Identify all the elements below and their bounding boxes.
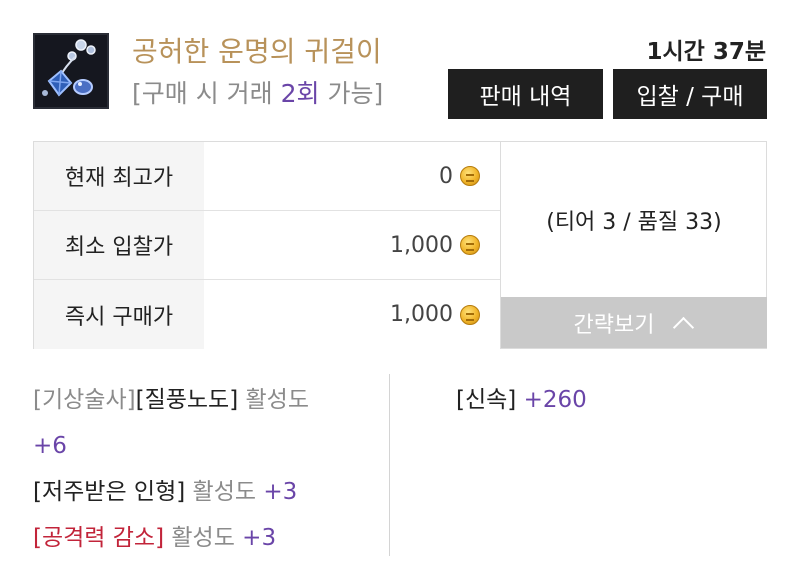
trade-note-prefix: [구매 시 거래 (132, 79, 281, 108)
effect-line-1: [기상술사][질풍노도] 활성도 (33, 377, 383, 423)
sale-history-button[interactable]: 판매 내역 (448, 69, 603, 119)
price-row-buyout: 즉시 구매가 1,000 (34, 280, 500, 349)
effect-value: +6 (33, 433, 67, 459)
price-amount: 1,000 (390, 232, 453, 258)
stat-value: +260 (516, 387, 587, 413)
price-value: 1,000 (204, 211, 500, 279)
price-value: 0 (204, 142, 500, 210)
effect-name: [공격력 감소] (33, 525, 165, 551)
gold-coin-icon (460, 235, 480, 255)
item-name: 공허한 운명의 귀걸이 (132, 35, 382, 68)
time-remaining: 1시간 37분 (646, 39, 767, 65)
price-panel: 현재 최고가 0 최소 입찰가 1,000 즉시 구매가 1,000 (티어 3… (33, 141, 767, 349)
gold-coin-icon (460, 166, 480, 186)
engraving-effects: [기상술사][질풍노도] 활성도 +6 [저주받은 인형] 활성도 +3 [공격… (33, 377, 383, 561)
trade-count: 2회 (280, 79, 320, 108)
effect-line-2: [저주받은 인형] 활성도 +3 (33, 469, 383, 515)
price-label: 최소 입찰가 (34, 211, 204, 279)
effect-label: 활성도 (238, 387, 309, 413)
effect-line-3: [공격력 감소] 활성도 +3 (33, 515, 383, 561)
effect-name: [저주받은 인형] (33, 479, 186, 505)
earring-icon (33, 33, 109, 109)
price-label: 즉시 구매가 (34, 280, 204, 349)
stat-effects: [신속] +260 (456, 377, 587, 423)
price-label: 현재 최고가 (34, 142, 204, 210)
price-amount: 0 (439, 163, 453, 189)
price-amount: 1,000 (390, 302, 453, 327)
stat-name: [신속] (456, 387, 517, 413)
gold-coin-icon (460, 304, 480, 325)
effect-value: +3 (263, 479, 298, 505)
trade-limit-note: [구매 시 거래 2회 가능] (132, 74, 383, 110)
collapse-button[interactable]: 간략보기 (501, 297, 767, 348)
effects-divider (389, 374, 390, 556)
effect-name-part2: [질풍노도] (135, 387, 239, 413)
tier-quality: (티어 3 / 품질 33) (546, 209, 722, 235)
collapse-label: 간략보기 (573, 312, 655, 338)
effect-name-part1: [기상술사] (33, 387, 136, 413)
price-row-min-bid: 최소 입찰가 1,000 (34, 211, 500, 280)
chevron-up-icon (672, 312, 694, 334)
trade-note-suffix: 가능] (319, 79, 384, 108)
price-value: 1,000 (204, 280, 500, 349)
bid-buy-button[interactable]: 입찰 / 구매 (613, 69, 767, 119)
effect-value: +3 (242, 525, 277, 551)
effect-label: 활성도 (164, 525, 243, 551)
effect-label: 활성도 (185, 479, 264, 505)
price-row-current-highest: 현재 최고가 0 (34, 142, 500, 211)
